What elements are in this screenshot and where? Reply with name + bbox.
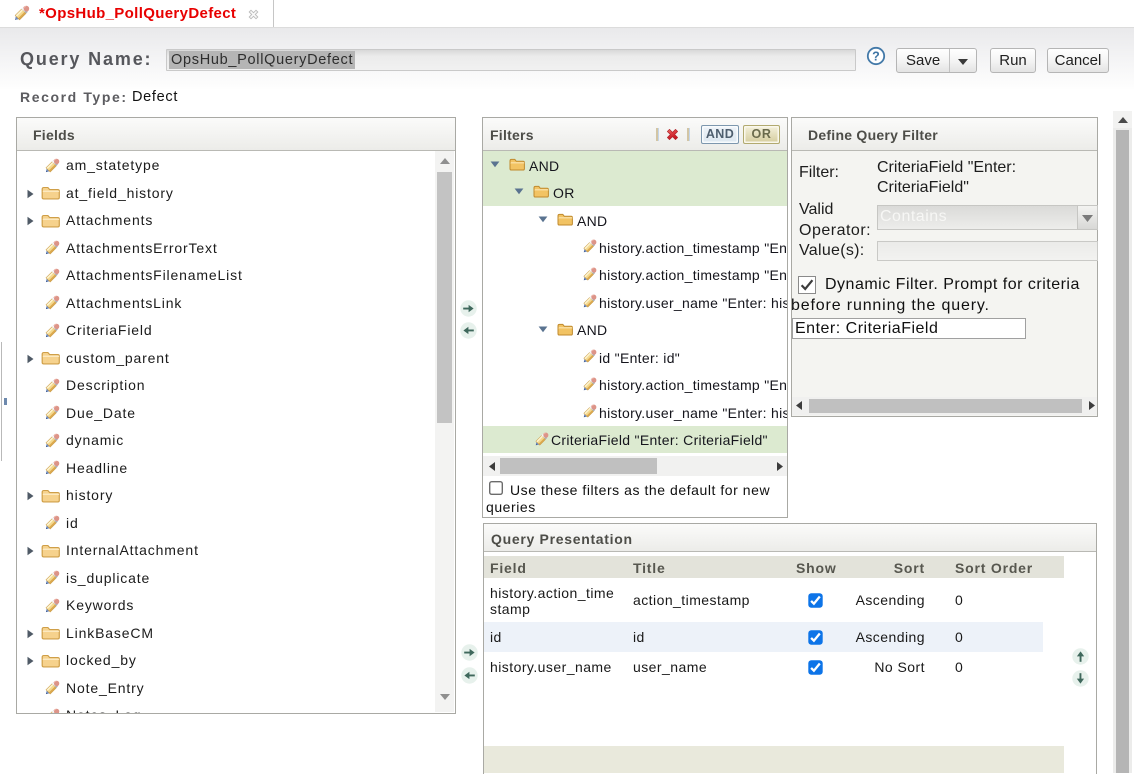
svg-text:?: ?	[872, 49, 880, 63]
